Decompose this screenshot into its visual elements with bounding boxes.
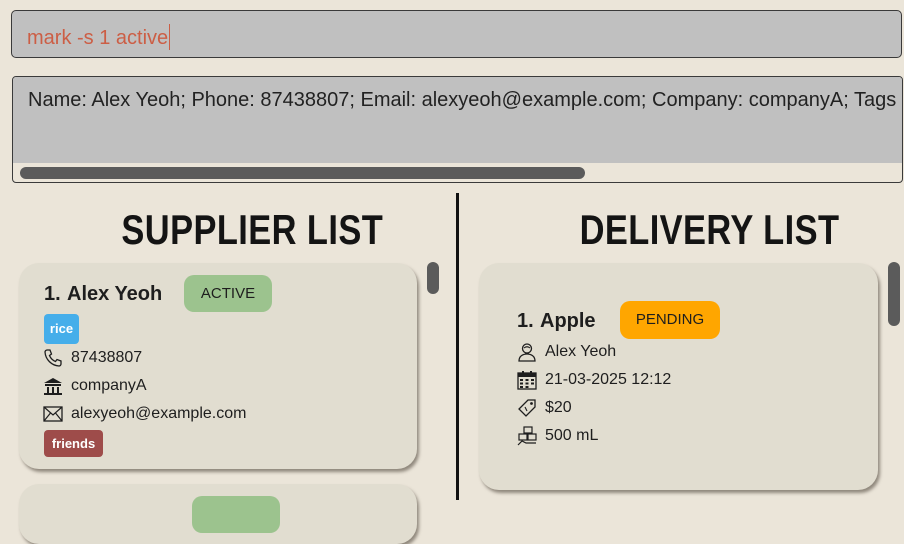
supplier-email-row: alexyeoh@example.com: [42, 402, 246, 426]
panel-divider: [456, 193, 459, 500]
result-display: Name: Alex Yeoh; Phone: 87438807; Email:…: [12, 76, 903, 183]
tag-rice: rice: [44, 314, 79, 344]
delivery-quantity-row: 500 mL: [516, 424, 598, 448]
supplier-phone: 87438807: [71, 349, 143, 366]
delivery-cost-row: $20: [516, 396, 572, 420]
price-tag-icon: [516, 397, 538, 419]
supplier-phone-row: 87438807: [42, 346, 142, 370]
command-input[interactable]: mark -s 1 active: [27, 24, 171, 50]
calendar-icon: [516, 369, 538, 391]
supplier-index: 1.: [44, 283, 61, 305]
supplier-email: alexyeoh@example.com: [71, 405, 247, 422]
supplier-list-scrollbar[interactable]: [427, 262, 439, 294]
delivery-card[interactable]: 1. Apple PENDING Alex Yeoh 21-03-2025 12…: [479, 263, 878, 490]
tag-friends: friends: [44, 430, 103, 457]
envelope-icon: [42, 403, 64, 425]
person-icon: [516, 341, 538, 363]
building-icon: [42, 375, 64, 397]
delivery-product: Apple: [540, 310, 596, 332]
supplier-name: Alex Yeoh: [67, 283, 163, 305]
delivery-supplier-row: Alex Yeoh: [516, 340, 616, 364]
delivery-index: 1.: [517, 310, 534, 332]
result-text: Name: Alex Yeoh; Phone: 87438807; Email:…: [28, 89, 897, 111]
supplier-card-next[interactable]: [19, 484, 417, 544]
delivery-list-scrollbar[interactable]: [888, 262, 900, 326]
phone-icon: [42, 347, 64, 369]
supplier-card[interactable]: 1. Alex Yeoh ACTIVE rice 87438807 compan…: [19, 263, 417, 469]
delivery-status-badge: PENDING: [620, 301, 720, 339]
supplier-status-badge: ACTIVE: [184, 275, 272, 312]
boxes-icon: [516, 425, 538, 447]
delivery-datetime: 21-03-2025 12:12: [545, 371, 672, 388]
delivery-list-title: DELIVERY LIST: [579, 206, 840, 253]
command-box[interactable]: mark -s 1 active: [11, 10, 902, 58]
supplier-list-title: SUPPLIER LIST: [121, 206, 384, 253]
text-caret: [169, 24, 171, 50]
supplier-company-row: companyA: [42, 374, 147, 398]
result-horizontal-scrollbar[interactable]: [20, 167, 585, 179]
supplier-status-badge-next: [192, 496, 280, 533]
delivery-date-row: 21-03-2025 12:12: [516, 368, 671, 392]
delivery-quantity: 500 mL: [545, 427, 599, 444]
result-body: Name: Alex Yeoh; Phone: 87438807; Email:…: [13, 77, 902, 163]
supplier-company: companyA: [71, 377, 147, 394]
delivery-supplier: Alex Yeoh: [545, 343, 617, 360]
delivery-cost: $20: [545, 399, 572, 416]
